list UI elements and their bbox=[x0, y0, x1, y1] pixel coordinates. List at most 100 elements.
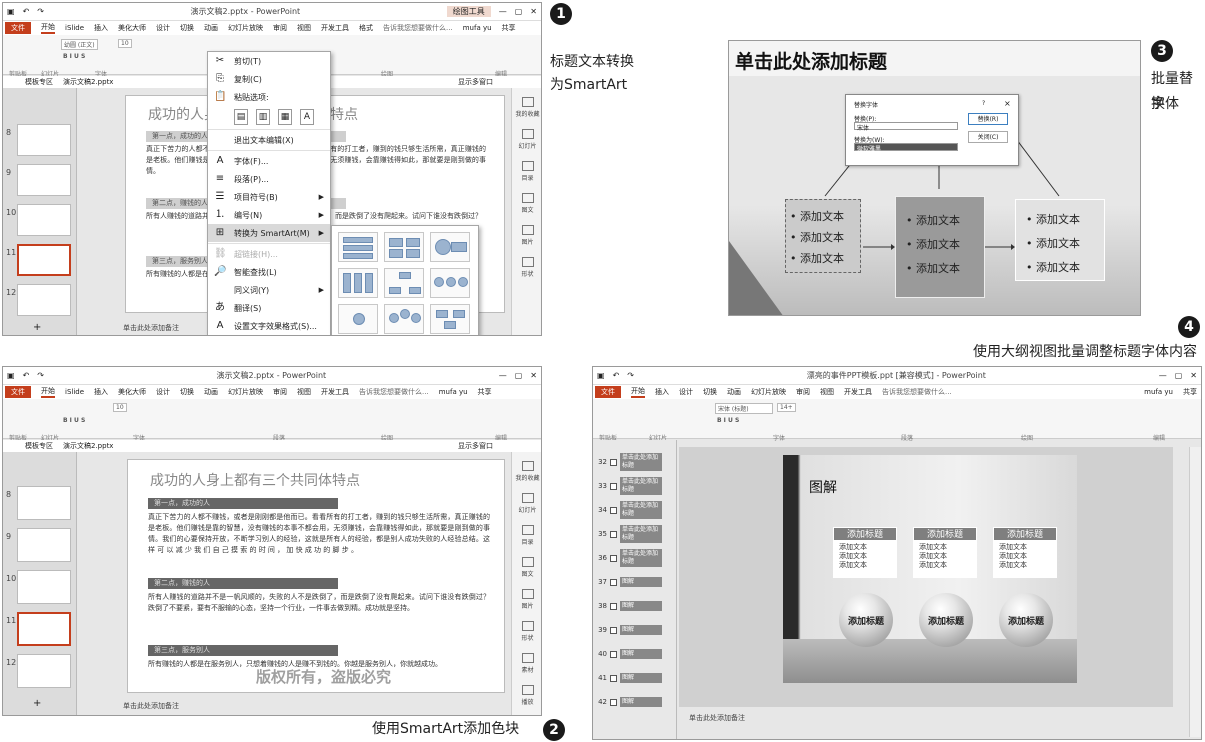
show-more-windows[interactable]: 显示多窗口 bbox=[458, 441, 493, 451]
smartart-option[interactable] bbox=[338, 304, 378, 334]
menu-item-bullets[interactable]: ☰ 项目符号(B) ▶ bbox=[208, 188, 330, 206]
box-text[interactable]: 添加文本 bbox=[1026, 256, 1094, 280]
side-favorites[interactable]: 我的收藏 bbox=[512, 452, 541, 484]
tab-transitions[interactable]: 切换 bbox=[703, 387, 717, 397]
side-shapes[interactable]: 形状 bbox=[512, 248, 541, 280]
slide-canvas[interactable]: 图解 添加标题 添加文本 添加文本 添加文本 添加标题 添加文本 添加文本 添加文本 添… bbox=[783, 455, 1077, 683]
side-slides[interactable]: 幻灯片 bbox=[512, 484, 541, 516]
close-button[interactable]: 关闭(C) bbox=[968, 131, 1008, 143]
tab-view[interactable]: 视图 bbox=[297, 23, 311, 33]
side-slides[interactable]: 幻灯片 bbox=[512, 120, 541, 152]
tab-home[interactable]: 开始 bbox=[631, 386, 645, 398]
tell-me[interactable]: 告诉我您想要做什么... bbox=[359, 387, 429, 397]
smartart-option[interactable] bbox=[384, 268, 424, 298]
box-text[interactable]: 添加文本 bbox=[1026, 208, 1094, 232]
tab-animations[interactable]: 动画 bbox=[727, 387, 741, 397]
outline-title[interactable]: 单击此处添加标题 bbox=[620, 525, 662, 543]
box-text[interactable]: 添加文本 bbox=[1026, 232, 1094, 256]
share-button[interactable]: 共享 bbox=[478, 387, 492, 397]
menu-item-synonyms[interactable]: 同义词(Y) ▶ bbox=[208, 281, 330, 299]
smartart-box-2[interactable]: 添加文本 添加文本 添加文本 bbox=[895, 196, 985, 298]
outline-title[interactable]: 单击此处添加标题 bbox=[620, 453, 662, 471]
tab-developer[interactable]: 开发工具 bbox=[321, 387, 349, 397]
outline-title[interactable]: 单击此处添加标题 bbox=[620, 549, 662, 567]
outline-title[interactable]: 单击此处添加标题 bbox=[620, 477, 662, 495]
tell-me[interactable]: 告诉我您想要做什么... bbox=[383, 23, 453, 33]
tab-slideshow[interactable]: 幻灯片放映 bbox=[228, 387, 263, 397]
box-text[interactable]: 添加文本 bbox=[906, 257, 974, 281]
close-icon[interactable]: ✕ bbox=[1190, 371, 1197, 380]
outline-row[interactable]: 39 图解 bbox=[593, 620, 662, 640]
doc-tab-templates[interactable]: 模板专区 bbox=[25, 441, 53, 451]
sphere-3[interactable]: 添加标题 bbox=[999, 593, 1053, 647]
side-playback[interactable]: 播放 bbox=[512, 676, 541, 708]
minimize-icon[interactable]: — bbox=[499, 7, 507, 16]
smartart-option[interactable] bbox=[384, 304, 424, 334]
vertical-scrollbar[interactable] bbox=[1189, 447, 1201, 737]
smartart-box-3[interactable]: 添加文本 添加文本 添加文本 bbox=[1015, 199, 1105, 281]
slide-thumb[interactable] bbox=[17, 528, 71, 562]
save-icon[interactable]: ▣ bbox=[7, 371, 15, 380]
box-text[interactable]: 添加文本 bbox=[906, 233, 974, 257]
slide-title[interactable]: 图解 bbox=[809, 477, 837, 497]
box-text[interactable]: 添加文本 bbox=[790, 227, 856, 248]
undo-icon[interactable]: ↶ bbox=[23, 371, 30, 380]
tell-me[interactable]: 告诉我您想要做什么... bbox=[882, 387, 952, 397]
tab-design[interactable]: 设计 bbox=[156, 23, 170, 33]
side-graphics[interactable]: 图文 bbox=[512, 184, 541, 216]
slide-thumb-selected[interactable] bbox=[17, 244, 71, 276]
add-slide-icon[interactable]: + bbox=[33, 698, 41, 709]
maximize-icon[interactable]: ▢ bbox=[515, 7, 523, 16]
side-toc[interactable]: 目录 bbox=[512, 152, 541, 184]
redo-icon[interactable]: ↷ bbox=[37, 371, 44, 380]
outline-title[interactable]: 图解 bbox=[620, 625, 662, 635]
replace-select[interactable]: 宋体 bbox=[854, 122, 958, 132]
menu-item-copy[interactable]: ⎘ 复制(C) bbox=[208, 70, 330, 88]
outline-row[interactable]: 32 单击此处添加标题 bbox=[593, 452, 662, 472]
side-toc[interactable]: 目录 bbox=[512, 516, 541, 548]
tab-review[interactable]: 审阅 bbox=[273, 387, 287, 397]
slide-thumb[interactable] bbox=[17, 654, 71, 688]
minimize-icon[interactable]: — bbox=[499, 371, 507, 380]
column-bullet[interactable]: 添加文本 bbox=[839, 552, 891, 561]
tab-design[interactable]: 设计 bbox=[156, 387, 170, 397]
tab-developer[interactable]: 开发工具 bbox=[321, 23, 349, 33]
close-icon[interactable]: × bbox=[1004, 99, 1011, 108]
column-bullet[interactable]: 添加文本 bbox=[919, 543, 971, 552]
outline-title[interactable]: 单击此处添加标题 bbox=[620, 501, 662, 519]
outline-row[interactable]: 36 单击此处添加标题 bbox=[593, 548, 662, 568]
outline-title[interactable]: 图解 bbox=[620, 649, 662, 659]
undo-icon[interactable]: ↶ bbox=[613, 371, 620, 380]
menu-item-smart-lookup[interactable]: 🔎 智能查找(L) bbox=[208, 263, 330, 281]
save-icon[interactable]: ▣ bbox=[597, 371, 605, 380]
maximize-icon[interactable]: ▢ bbox=[1175, 371, 1183, 380]
slide-thumb[interactable] bbox=[17, 124, 71, 156]
slide-title[interactable]: 成功的人身上都有三个共同体特点 bbox=[150, 470, 360, 490]
tab-home[interactable]: 开始 bbox=[41, 386, 55, 398]
tab-review[interactable]: 审阅 bbox=[796, 387, 810, 397]
tab-animations[interactable]: 动画 bbox=[204, 387, 218, 397]
menu-item-text-effects[interactable]: A 设置文字效果格式(S)... bbox=[208, 317, 330, 335]
column-bullet[interactable]: 添加文本 bbox=[839, 543, 891, 552]
menu-item-numbering[interactable]: ⒈ 编号(N) ▶ bbox=[208, 206, 330, 224]
side-images[interactable]: 图片 bbox=[512, 580, 541, 612]
tab-format[interactable]: 格式 bbox=[359, 23, 373, 33]
box-text[interactable]: 添加文本 bbox=[906, 209, 974, 233]
close-icon[interactable]: ✕ bbox=[530, 371, 537, 380]
show-more-windows[interactable]: 显示多窗口 bbox=[458, 77, 493, 87]
menu-item-cut[interactable]: ✂ 剪切(T) bbox=[208, 52, 330, 70]
tab-animations[interactable]: 动画 bbox=[204, 23, 218, 33]
doc-tab-current[interactable]: 演示文稿2.pptx bbox=[63, 77, 113, 87]
paste-option-icon[interactable]: A bbox=[300, 109, 314, 125]
outline-title[interactable]: 图解 bbox=[620, 697, 662, 707]
side-graphics[interactable]: 图文 bbox=[512, 548, 541, 580]
tab-view[interactable]: 视图 bbox=[820, 387, 834, 397]
slide-thumb[interactable] bbox=[17, 570, 71, 604]
with-select[interactable]: 微软雅黑 bbox=[854, 143, 958, 153]
tab-beautify[interactable]: 美化大师 bbox=[118, 387, 146, 397]
font-size-select[interactable]: 14+ bbox=[777, 403, 796, 412]
column-bullet[interactable]: 添加文本 bbox=[839, 561, 891, 570]
column-head[interactable]: 添加标题 bbox=[833, 527, 897, 541]
smartart-box-1[interactable]: 添加文本 添加文本 添加文本 bbox=[785, 199, 861, 273]
menu-item-paragraph[interactable]: ≡ 段落(P)... bbox=[208, 170, 330, 188]
